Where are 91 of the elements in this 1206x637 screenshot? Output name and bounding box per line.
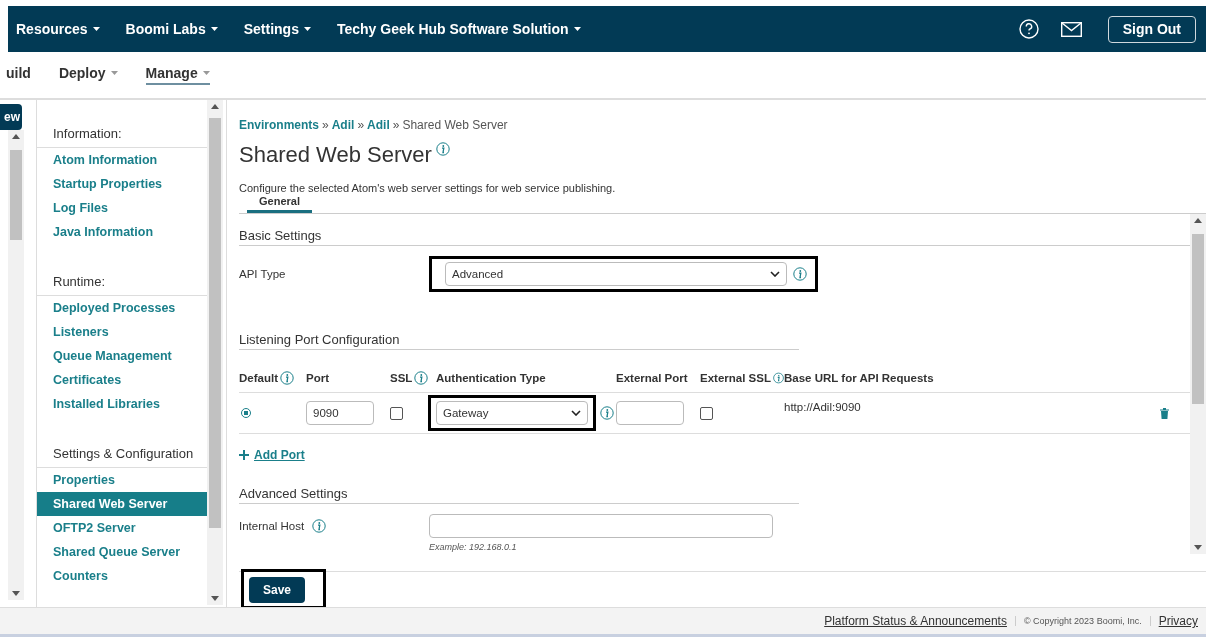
caret-icon: [303, 27, 311, 31]
column-header: Base URL for API Requests: [784, 372, 934, 384]
sidebar-item[interactable]: Queue Management: [37, 344, 207, 368]
caret-icon: [202, 71, 210, 75]
info-icon[interactable]: [280, 371, 294, 385]
sidebar-item[interactable]: Installed Libraries: [37, 392, 207, 416]
sidebar-item[interactable]: Shared Queue Server: [37, 540, 207, 564]
sidebar-item[interactable]: Counters: [37, 564, 207, 588]
scroll-up-icon[interactable]: [12, 134, 20, 139]
column-header: Authentication Type: [436, 372, 546, 384]
scroll-thumb[interactable]: [10, 150, 22, 240]
sidebar-item[interactable]: Deployed Processes: [37, 296, 207, 320]
copyright-text: © Copyright 2023 Boomi, Inc.: [1014, 616, 1151, 626]
field-hint: Example: 192.168.0.1: [429, 542, 518, 552]
nav-menu[interactable]: Settings: [243, 21, 311, 37]
nav-tab[interactable]: uild: [6, 65, 31, 85]
section-heading: Advanced Settings: [239, 486, 799, 504]
caret-icon: [110, 71, 118, 75]
nav-menu[interactable]: Boomi Labs: [125, 21, 218, 37]
add-port-link[interactable]: Add Port: [239, 448, 305, 462]
breadcrumb-current: Shared Web Server: [402, 118, 508, 132]
sidebar-item[interactable]: Certificates: [37, 368, 207, 392]
help-icon[interactable]: [1018, 19, 1039, 39]
external-ssl-checkbox[interactable]: [700, 406, 713, 420]
privacy-link[interactable]: Privacy: [1158, 614, 1198, 628]
nav-menu[interactable]: Techy Geek Hub Software Solution: [336, 21, 581, 37]
scroll-up-icon[interactable]: [211, 104, 219, 109]
info-icon[interactable]: [600, 406, 614, 420]
info-icon[interactable]: [772, 371, 784, 385]
sign-out-button[interactable]: Sign Out: [1107, 15, 1196, 43]
caret-icon: [92, 27, 100, 31]
scroll-thumb[interactable]: [1192, 234, 1204, 404]
default-radio[interactable]: [241, 408, 251, 418]
trash-icon[interactable]: [1160, 407, 1169, 419]
caret-icon: [210, 27, 218, 31]
chevron-icon: [770, 271, 780, 277]
page-title: Shared Web Server: [239, 142, 432, 168]
external-port-field[interactable]: [616, 401, 684, 425]
sidebar-item[interactable]: Atom Information: [37, 148, 207, 172]
column-header: External SSL: [700, 372, 771, 384]
internal-host-field[interactable]: [429, 514, 773, 538]
breadcrumb-separator: »: [322, 118, 329, 132]
new-button[interactable]: ew: [0, 104, 22, 130]
nav-tab[interactable]: Deploy: [58, 65, 118, 85]
api-type-dropdown[interactable]: Advanced: [445, 262, 787, 286]
nav-menu[interactable]: Resources: [16, 21, 100, 37]
tab[interactable]: General: [247, 194, 312, 213]
status-link[interactable]: Platform Status & Announcements: [824, 614, 1007, 628]
authentication-type-dropdown[interactable]: Gateway: [436, 401, 588, 425]
panel-scrollbar[interactable]: [8, 130, 24, 600]
content-scrollbar[interactable]: [1190, 214, 1206, 554]
breadcrumb-link[interactable]: Adil: [367, 118, 390, 132]
scroll-down-icon[interactable]: [12, 591, 20, 596]
scroll-down-icon[interactable]: [211, 596, 219, 601]
port-field[interactable]: 9090: [306, 401, 374, 425]
chevron-icon: [571, 410, 581, 416]
section-heading: Listening Port Configuration: [239, 332, 799, 350]
ssl-checkbox[interactable]: [390, 406, 403, 420]
sidebar-scrollbar[interactable]: [207, 100, 223, 605]
scroll-up-icon[interactable]: [1194, 218, 1202, 223]
breadcrumb-separator: »: [392, 118, 400, 132]
save-button[interactable]: Save: [249, 577, 306, 603]
page-description: Configure the selected Atom's web server settings for web service publishing.: [239, 182, 617, 194]
breadcrumb-separator: »: [357, 118, 365, 132]
field-label: Internal Host: [239, 520, 305, 532]
plus-icon: [239, 450, 249, 460]
column-header: Port: [306, 372, 329, 384]
base-url-text: http://Adil:9090: [784, 401, 861, 413]
sidebar-item[interactable]: Log Files: [37, 196, 207, 220]
sidebar-item[interactable]: Listeners: [37, 320, 207, 344]
column-header: External Port: [616, 372, 688, 384]
column-header: SSL: [390, 372, 413, 384]
sidebar-item[interactable]: Properties: [37, 468, 207, 492]
sidebar-item[interactable]: OFTP2 Server: [37, 516, 207, 540]
section-heading: Basic Settings: [239, 228, 1190, 246]
sidebar-item[interactable]: Shared Web Server: [37, 492, 207, 516]
sidebar-item[interactable]: Startup Properties: [37, 172, 207, 196]
info-icon[interactable]: [312, 519, 327, 533]
sidebar-item[interactable]: Java Information: [37, 220, 207, 244]
info-icon[interactable]: [793, 267, 807, 281]
nav-tab[interactable]: Manage: [145, 65, 210, 85]
mail-icon[interactable]: [1060, 21, 1082, 37]
scroll-down-icon[interactable]: [1194, 545, 1202, 550]
caret-icon: [573, 27, 581, 31]
column-header: Default: [239, 372, 278, 384]
scroll-thumb[interactable]: [209, 118, 221, 528]
breadcrumb-link[interactable]: Adil: [331, 118, 355, 132]
info-icon[interactable]: [435, 142, 450, 156]
breadcrumb-link[interactable]: Environments: [239, 118, 319, 132]
info-icon[interactable]: [414, 371, 429, 385]
field-label: API Type: [239, 268, 287, 280]
